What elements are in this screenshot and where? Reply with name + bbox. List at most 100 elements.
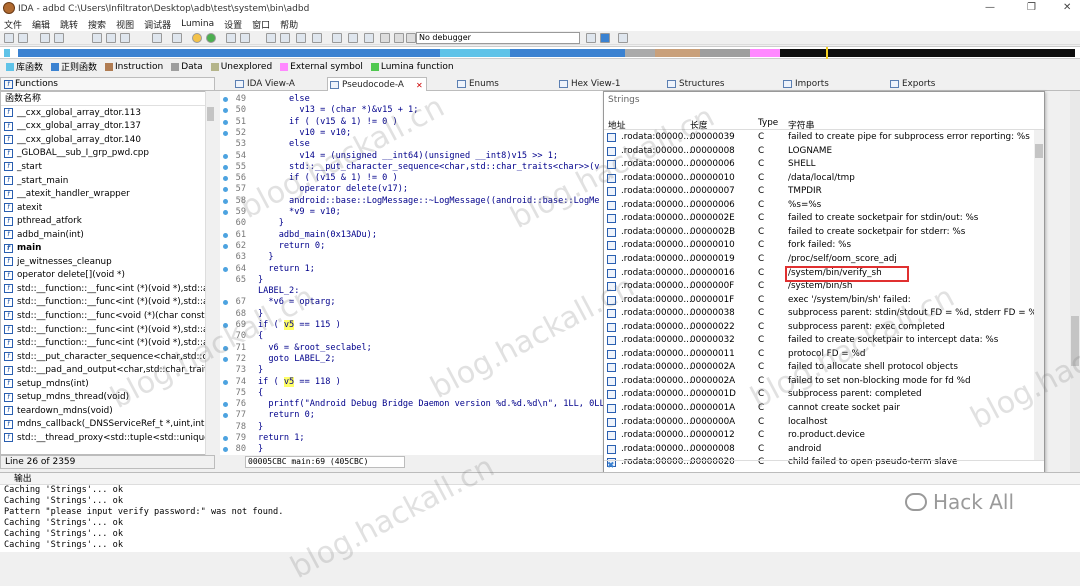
extra-icon[interactable]: [618, 33, 628, 43]
main-scrollbar[interactable]: [1070, 91, 1080, 472]
function-list-item[interactable]: f pthread_atfork: [1, 214, 214, 228]
function-list-item[interactable]: f mdns_callback(_DNSServiceRef_t *,uint,i…: [1, 418, 214, 432]
code-line[interactable]: 69 if ( v5 == 115 ): [220, 320, 605, 331]
string-row[interactable]: .rodata:00000... 00000019 C/proc/self/oom_…: [604, 253, 1034, 267]
code-line[interactable]: 65}: [220, 275, 605, 286]
debugger-select[interactable]: No debugger: [416, 32, 580, 44]
code-line[interactable]: 60 }: [220, 218, 605, 229]
string-row[interactable]: .rodata:00000... 00000039 Cfailed to creat…: [604, 131, 1034, 145]
tab-pseudocode-a[interactable]: Pseudocode-A ✕: [327, 77, 427, 91]
function-list-item[interactable]: f __atexit_handler_wrapper: [1, 187, 214, 201]
hex-icon[interactable]: [240, 33, 250, 43]
function-list-item[interactable]: f std::__function::__func<int (*)(void *)…: [1, 282, 214, 296]
function-list-item[interactable]: f operator delete[](void *): [1, 269, 214, 283]
function-list-item[interactable]: f std::__function::__func<int (*)(void *)…: [1, 323, 214, 337]
menu-debugger[interactable]: 调试器: [144, 18, 171, 31]
comment-icon[interactable]: [364, 33, 374, 43]
code-line[interactable]: 70 {: [220, 331, 605, 342]
debug-settings-icon[interactable]: [586, 33, 596, 43]
function-list-item[interactable]: f teardown_mdns(void): [1, 404, 214, 418]
column-length[interactable]: 长度: [690, 118, 708, 131]
column-address[interactable]: 地址: [608, 118, 626, 131]
close-icon[interactable]: ✕: [1063, 2, 1071, 13]
filter-icon[interactable]: ✖: [607, 461, 615, 471]
function-list-item[interactable]: f std::__put_character_sequence<char,std:…: [1, 350, 214, 364]
function-list-item[interactable]: f __cxx_global_array_dtor.137: [1, 120, 214, 134]
string-row[interactable]: .rodata:00000... 0000001F Cexec '/system/b…: [604, 294, 1034, 308]
code-line[interactable]: 56 if ( (v15 & 1) != 0 ): [220, 173, 605, 184]
string-row[interactable]: .rodata:00000... 00000038 Csubprocess pare…: [604, 307, 1042, 321]
function-list-item[interactable]: f std::__function::__func<void (*)(char c…: [1, 309, 214, 323]
code-line[interactable]: 74 if ( v5 == 118 ): [220, 376, 605, 388]
menu-help[interactable]: 帮助: [280, 18, 298, 31]
string-row[interactable]: .rodata:00000... 0000001A Ccannot create s…: [604, 402, 1034, 416]
menu-options[interactable]: 设置: [224, 18, 242, 31]
string-row[interactable]: .rodata:00000... 00000032 Cfailed to creat…: [604, 334, 1034, 348]
code-line[interactable]: 59 *v9 = v10;: [220, 207, 605, 218]
menu-lumina[interactable]: Lumina: [181, 19, 214, 29]
function-list-item[interactable]: f je_witnesses_cleanup: [1, 255, 214, 269]
code-line[interactable]: 63 }: [220, 252, 605, 263]
string-row[interactable]: .rodata:00000... 0000002E Cfailed to creat…: [604, 212, 1034, 226]
code-line[interactable]: 68}: [220, 309, 605, 320]
function-list-item[interactable]: f _start: [1, 160, 214, 174]
code-line[interactable]: 53 else: [220, 139, 605, 150]
tab-hex-view-1[interactable]: Hex View-1: [557, 77, 621, 91]
string-row[interactable]: .rodata:00000... 0000001D Csubprocess pare…: [604, 388, 1034, 402]
graph-icon[interactable]: [226, 33, 236, 43]
string-icon[interactable]: [332, 33, 342, 43]
save-icon[interactable]: [18, 33, 28, 43]
download-icon[interactable]: [152, 33, 162, 43]
column-string[interactable]: 字符串: [788, 118, 814, 131]
column-type[interactable]: Type: [758, 118, 778, 128]
function-list-item[interactable]: f adbd_main(int): [1, 228, 214, 242]
string-row[interactable]: .rodata:00000... 00000006 C %s=%s: [604, 199, 1034, 213]
string-row[interactable]: .rodata:00000... 00000010 C/data/local/tmp: [604, 172, 1034, 186]
string-row[interactable]: .rodata:00000... 00000008 C LOGNAME: [604, 145, 1034, 159]
string-row[interactable]: .rodata:00000... 0000000A Clocalhost: [604, 416, 1034, 430]
back-icon[interactable]: [40, 33, 50, 43]
code-line[interactable]: 73}: [220, 365, 605, 376]
menu-windows[interactable]: 窗口: [252, 18, 270, 31]
functions-column-header[interactable]: 函数名称: [1, 92, 214, 106]
data-icon[interactable]: [280, 33, 290, 43]
code-line[interactable]: 77 return 0;: [220, 410, 605, 421]
code-line[interactable]: 51 if ( (v15 & 1) != 0 ): [220, 117, 605, 128]
string-row[interactable]: .rodata:00000... 00000007 C TMPDIR: [604, 185, 1034, 199]
lumina-push-icon[interactable]: [206, 33, 216, 43]
function-list-item[interactable]: f main: [1, 241, 214, 255]
code-icon[interactable]: [266, 33, 276, 43]
function-list-item[interactable]: f std::__thread_proxy<std::tuple<std::uni…: [1, 431, 214, 445]
maximize-icon[interactable]: ❐: [1027, 2, 1036, 13]
menu-search[interactable]: 搜索: [88, 18, 106, 31]
navigation-band[interactable]: [0, 46, 1080, 59]
string-row[interactable]: .rodata:00000... 0000002A Cfailed to alloc…: [604, 361, 1034, 375]
string-row[interactable]: .rodata:00000... 00000011 Cprotocol FD = %…: [604, 348, 1034, 362]
pseudocode-view[interactable]: 49 else 50 v13 = (char *)&v15 + 1; 51 if (…: [220, 91, 605, 455]
string-row[interactable]: .rodata:00000... 00000006 C SHELL: [604, 158, 1034, 172]
tab-structures[interactable]: Structures: [665, 77, 725, 91]
function-list-item[interactable]: f std::__function::__func<int (*)(void *)…: [1, 296, 214, 310]
menu-edit[interactable]: 编辑: [32, 18, 50, 31]
code-line[interactable]: 64 return 1;: [220, 264, 605, 275]
string-row[interactable]: .rodata:00000... 0000002A Cfailed to set n…: [604, 375, 1034, 389]
code-line[interactable]: 75 {: [220, 388, 605, 399]
code-line[interactable]: 52 v10 = v10;: [220, 128, 605, 139]
functions-scrollbar[interactable]: [205, 91, 215, 455]
open-icon[interactable]: [4, 33, 14, 43]
code-line[interactable]: 49 else: [220, 94, 605, 105]
code-line[interactable]: 78}: [220, 422, 605, 433]
function-list-item[interactable]: f setup_mdns_thread(void): [1, 390, 214, 404]
function-list-item[interactable]: f atexit: [1, 201, 214, 215]
code-line[interactable]: 62 return 0;: [220, 241, 605, 252]
stop-icon[interactable]: [406, 33, 416, 43]
struct-icon[interactable]: [296, 33, 306, 43]
function-list-item[interactable]: f setup_mdns(int): [1, 377, 214, 391]
paste-icon[interactable]: [106, 33, 116, 43]
pause-icon[interactable]: [394, 33, 404, 43]
strings-scrollbar[interactable]: [1034, 130, 1044, 460]
forward-icon[interactable]: [54, 33, 64, 43]
function-list-item[interactable]: f __cxx_global_array_dtor.113: [1, 106, 214, 120]
string-row[interactable]: .rodata:00000... 00000008 Candroid: [604, 443, 1034, 457]
functions-list[interactable]: 函数名称 f __cxx_global_array_dtor.113 f __cxx_…: [0, 91, 215, 455]
